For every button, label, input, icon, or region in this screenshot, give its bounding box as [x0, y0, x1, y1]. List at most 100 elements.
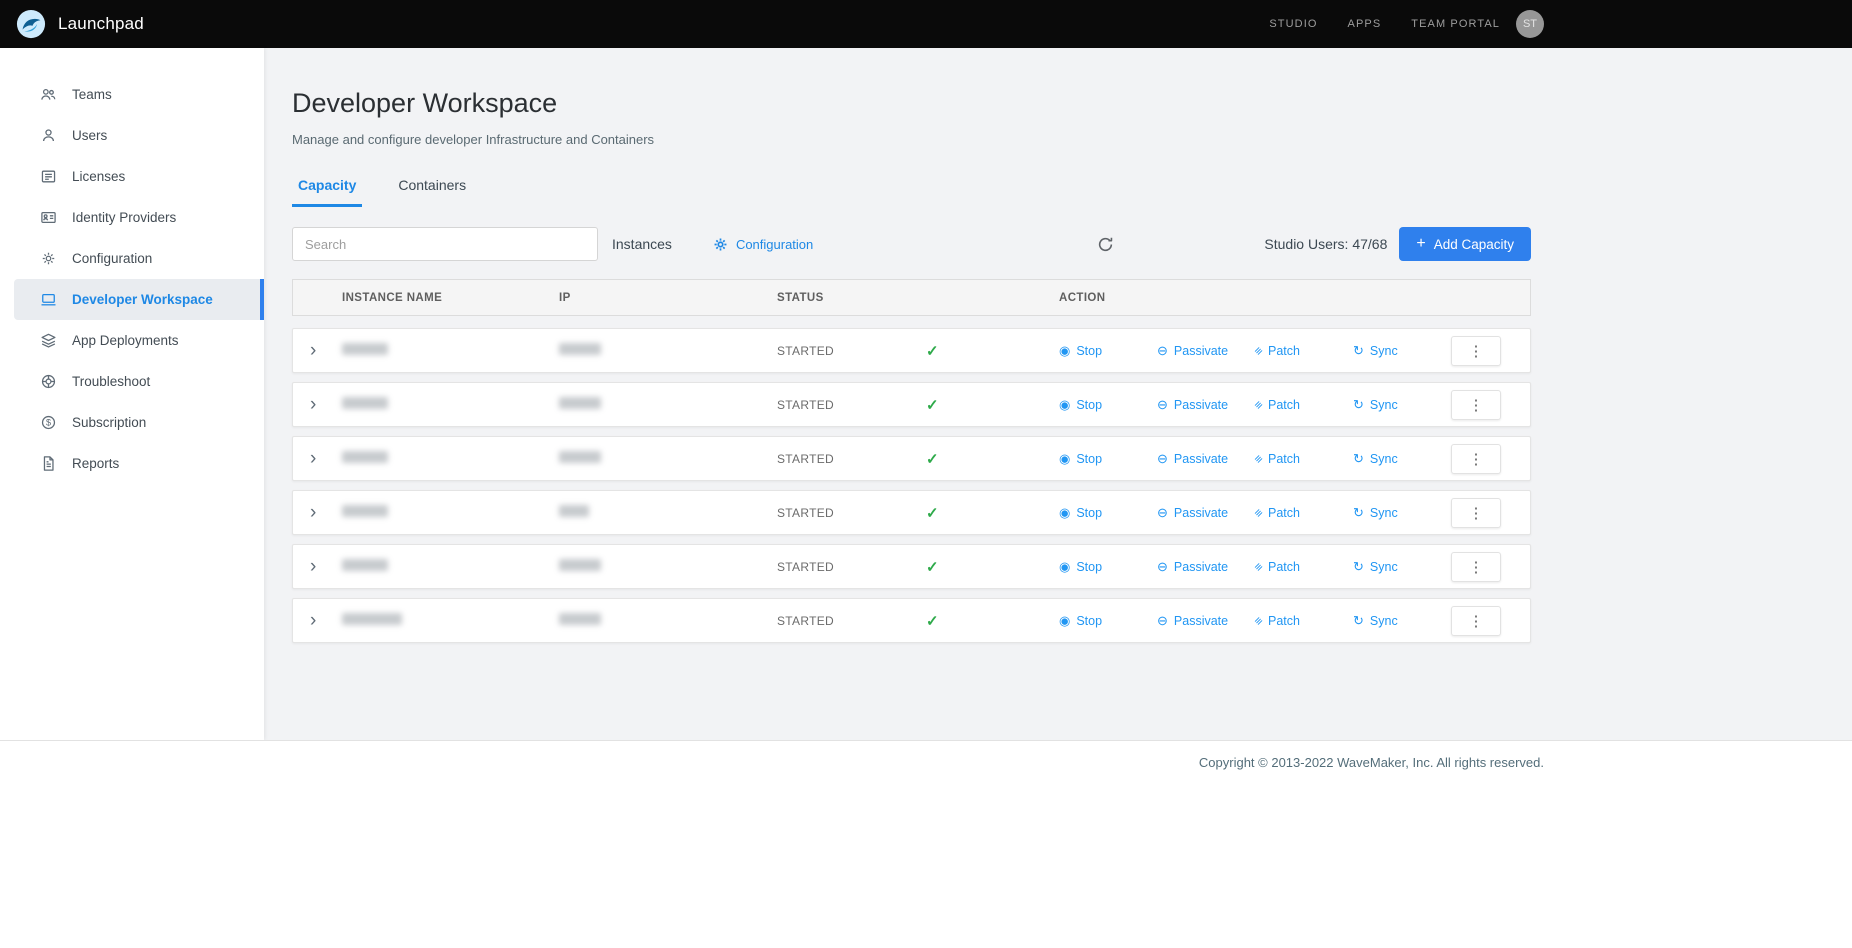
sidebar-item-configuration[interactable]: Configuration [14, 238, 264, 279]
sidebar-item-label: App Deployments [72, 333, 179, 348]
status-check-icon: ✓ [926, 342, 939, 360]
configuration-link-label: Configuration [736, 237, 813, 252]
expand-row-icon[interactable]: › [310, 340, 316, 361]
tab-containers[interactable]: Containers [392, 173, 472, 207]
status-text: STARTED [777, 452, 834, 466]
row-more-button[interactable]: ⋮ [1451, 444, 1501, 474]
passivate-label: Passivate [1174, 398, 1228, 412]
stop-action[interactable]: ◉Stop [1059, 506, 1157, 520]
status-text: STARTED [777, 398, 834, 412]
row-more-button[interactable]: ⋮ [1451, 336, 1501, 366]
expand-row-icon[interactable]: › [310, 556, 316, 577]
app-root: Launchpad STUDIO APPS TEAM PORTAL ST Teams… [0, 0, 1852, 948]
table-row: ›STARTED✓◉Stop⊖Passivate≡Patch↻Sync⋮ [292, 544, 1531, 589]
sidebar-item-label: Users [72, 128, 107, 143]
sync-label: Sync [1370, 344, 1398, 358]
wavemaker-logo-icon [16, 9, 46, 39]
header-action: ACTION [1054, 292, 1530, 304]
stop-action[interactable]: ◉Stop [1059, 344, 1157, 358]
configuration-link[interactable]: Configuration [712, 236, 813, 253]
row-more-button[interactable]: ⋮ [1451, 390, 1501, 420]
sidebar-item-troubleshoot[interactable]: Troubleshoot [14, 361, 264, 402]
row-more-button[interactable]: ⋮ [1451, 606, 1501, 636]
sync-action[interactable]: ↻ Sync [1353, 344, 1451, 358]
stop-icon: ◉ [1059, 344, 1070, 357]
refresh-button[interactable] [1097, 236, 1114, 253]
sync-icon: ↻ [1353, 344, 1364, 357]
instance-ip-redacted [559, 397, 601, 409]
status-check-icon: ✓ [926, 450, 939, 468]
patch-action[interactable]: ≡Patch [1255, 452, 1353, 466]
expand-row-icon[interactable]: › [310, 448, 316, 469]
stop-action[interactable]: ◉Stop [1059, 614, 1157, 628]
gear-icon [712, 236, 729, 253]
sidebar-item-teams[interactable]: Teams [14, 74, 264, 115]
sync-icon: ↻ [1353, 506, 1364, 519]
stop-action[interactable]: ◉Stop [1059, 452, 1157, 466]
sync-action[interactable]: ↻Sync [1353, 398, 1451, 412]
tab-capacity[interactable]: Capacity [292, 173, 362, 207]
sidebar-item-label: Reports [72, 456, 119, 471]
passivate-icon: ⊖ [1157, 452, 1168, 465]
sync-action[interactable]: ↻Sync [1353, 560, 1451, 574]
teams-icon [40, 86, 57, 103]
brand-name: Launchpad [58, 14, 144, 34]
expand-row-icon[interactable]: › [310, 610, 316, 631]
patch-action[interactable]: ≡Patch [1255, 506, 1353, 520]
expand-row-icon[interactable]: › [310, 502, 316, 523]
sidebar-item-app-deployments[interactable]: App Deployments [14, 320, 264, 361]
app-deployments-icon [40, 332, 57, 349]
reports-icon [40, 455, 57, 472]
more-icon: ⋮ [1469, 558, 1484, 576]
page-subtitle: Manage and configure developer Infrastru… [292, 132, 1531, 147]
add-capacity-button[interactable]: + Add Capacity [1399, 227, 1531, 261]
sidebar-item-developer-workspace[interactable]: Developer Workspace [14, 279, 264, 320]
stop-action[interactable]: ◉Stop [1059, 398, 1157, 412]
topbar-nav: STUDIO APPS TEAM PORTAL [1269, 18, 1500, 30]
passivate-action[interactable]: ⊖Passivate [1157, 560, 1255, 574]
patch-action[interactable]: ≡Patch [1255, 344, 1353, 358]
table-row: › STARTED ✓ ◉Stop⊖Passivate≡Patch↻Sync⋮ [292, 382, 1531, 427]
patch-action[interactable]: ≡Patch [1255, 560, 1353, 574]
sidebar-item-identity-providers[interactable]: Identity Providers [14, 197, 264, 238]
status-text: STARTED [777, 560, 834, 574]
stop-icon: ◉ [1059, 560, 1070, 573]
sidebar-item-label: Troubleshoot [72, 374, 150, 389]
licenses-icon [40, 168, 57, 185]
passivate-action[interactable]: ⊖Passivate [1157, 398, 1255, 412]
stop-action[interactable]: ◉Stop [1059, 560, 1157, 574]
toolbar: Instances Configuration [292, 227, 1531, 261]
sidebar-item-subscription[interactable]: $Subscription [14, 402, 264, 443]
search-input[interactable] [292, 227, 598, 261]
patch-action[interactable]: ≡Patch [1255, 614, 1353, 628]
sidebar-item-reports[interactable]: Reports [14, 443, 264, 484]
passivate-action[interactable]: ⊖Passivate [1157, 614, 1255, 628]
passivate-action[interactable]: ⊖Passivate [1157, 344, 1255, 358]
row-more-button[interactable]: ⋮ [1451, 498, 1501, 528]
passivate-action[interactable]: ⊖Passivate [1157, 452, 1255, 466]
row-more-button[interactable]: ⋮ [1451, 552, 1501, 582]
expand-row-icon[interactable]: › [310, 394, 316, 415]
capacity-table-body: ›STARTED✓◉Stop⊖Passivate≡Patch↻Sync⋮›STA… [292, 328, 1531, 643]
sync-icon: ↻ [1353, 614, 1364, 627]
plus-icon: + [1416, 236, 1425, 252]
topbar-link-apps[interactable]: APPS [1348, 18, 1382, 30]
sync-action[interactable]: ↻Sync [1353, 614, 1451, 628]
sync-action[interactable]: ↻Sync [1353, 506, 1451, 520]
more-icon: ⋮ [1469, 450, 1484, 468]
more-icon: ⋮ [1469, 504, 1484, 522]
patch-action[interactable]: ≡Patch [1255, 398, 1353, 412]
passivate-action[interactable]: ⊖Passivate [1157, 506, 1255, 520]
troubleshoot-icon [40, 373, 57, 390]
header-status: STATUS [772, 292, 1054, 304]
sidebar-item-licenses[interactable]: Licenses [14, 156, 264, 197]
status-text: STARTED [777, 614, 834, 628]
sync-action[interactable]: ↻Sync [1353, 452, 1451, 466]
table-row: ›STARTED✓◉Stop⊖Passivate≡Patch↻Sync⋮ [292, 598, 1531, 643]
user-avatar[interactable]: ST [1516, 10, 1544, 38]
capacity-table: INSTANCE NAME IP STATUS ACTION ›STARTED✓… [292, 279, 1531, 643]
status-check-icon: ✓ [926, 396, 939, 414]
topbar-link-team-portal[interactable]: TEAM PORTAL [1411, 18, 1500, 30]
topbar-link-studio[interactable]: STUDIO [1269, 18, 1317, 30]
sidebar-item-users[interactable]: Users [14, 115, 264, 156]
